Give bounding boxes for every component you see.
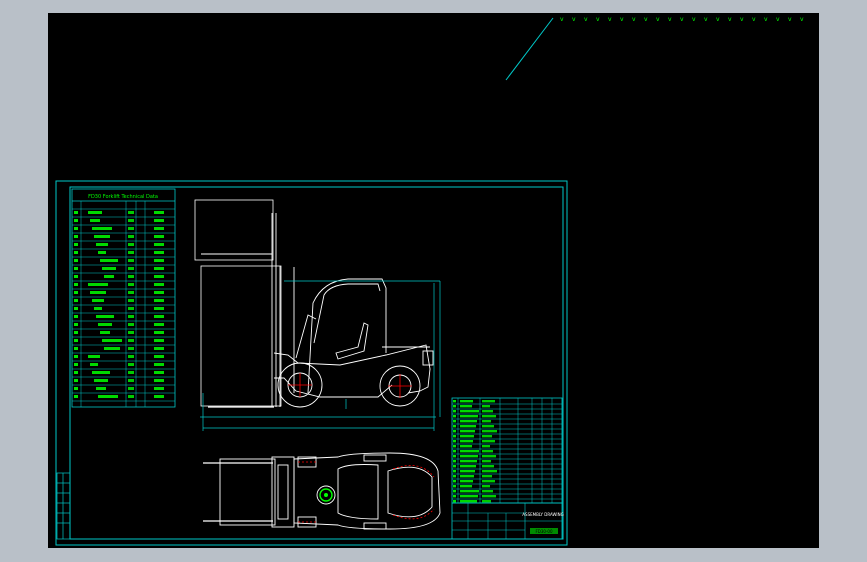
tick-mark: v	[596, 16, 600, 23]
cad-drawing-canvas[interactable]: v v v v v v v v v v v v v v v v v v v v v FD30 Forklift Tech…	[48, 13, 819, 548]
tick-mark: v	[788, 16, 792, 23]
tick-mark: v	[740, 16, 744, 23]
technical-data-table: FD30 Forklift Technical Data	[71, 188, 176, 408]
tick-mark: v	[572, 16, 576, 23]
forklift-side-view	[194, 199, 434, 408]
tick-mark: v	[776, 16, 780, 23]
title-block: ASSEMBLY DRAWING FD30-00	[451, 502, 564, 540]
tick-mark: v	[752, 16, 756, 23]
window-frame-left	[0, 0, 48, 562]
tick-mark: v	[656, 16, 660, 23]
tick-mark: v	[692, 16, 696, 23]
window-frame-top	[0, 0, 867, 13]
tick-mark: v	[608, 16, 612, 23]
window-frame-bottom	[0, 548, 867, 562]
tick-mark: v	[704, 16, 708, 23]
revision-strip	[56, 472, 71, 540]
window-frame-right	[819, 0, 867, 562]
tick-mark: v	[680, 16, 684, 23]
title-block-code: FD30-00	[535, 529, 552, 534]
construction-line	[505, 17, 554, 81]
tick-mark: v	[644, 16, 648, 23]
parts-list-table	[451, 397, 563, 504]
tick-mark: v	[620, 16, 624, 23]
tick-mark: v	[632, 16, 636, 23]
tick-mark: v	[716, 16, 720, 23]
tick-mark: v	[560, 16, 564, 23]
tick-mark: v	[668, 16, 672, 23]
tick-mark: v	[728, 16, 732, 23]
tick-mark: v	[764, 16, 768, 23]
cad-model-space-viewport[interactable]: v v v v v v v v v v v v v v v v v v v v v FD30 Forklift Tech…	[48, 13, 819, 548]
tick-mark-row: vvvvvvvvvvvvvvvvvvvvv	[560, 16, 804, 23]
top-view-accents	[298, 461, 435, 523]
tick-mark: v	[584, 16, 588, 23]
dimension-lines	[200, 280, 441, 431]
tick-mark: v	[800, 16, 804, 23]
table-title: FD30 Forklift Technical Data	[88, 194, 158, 200]
title-block-name: ASSEMBLY DRAWING	[522, 512, 563, 517]
